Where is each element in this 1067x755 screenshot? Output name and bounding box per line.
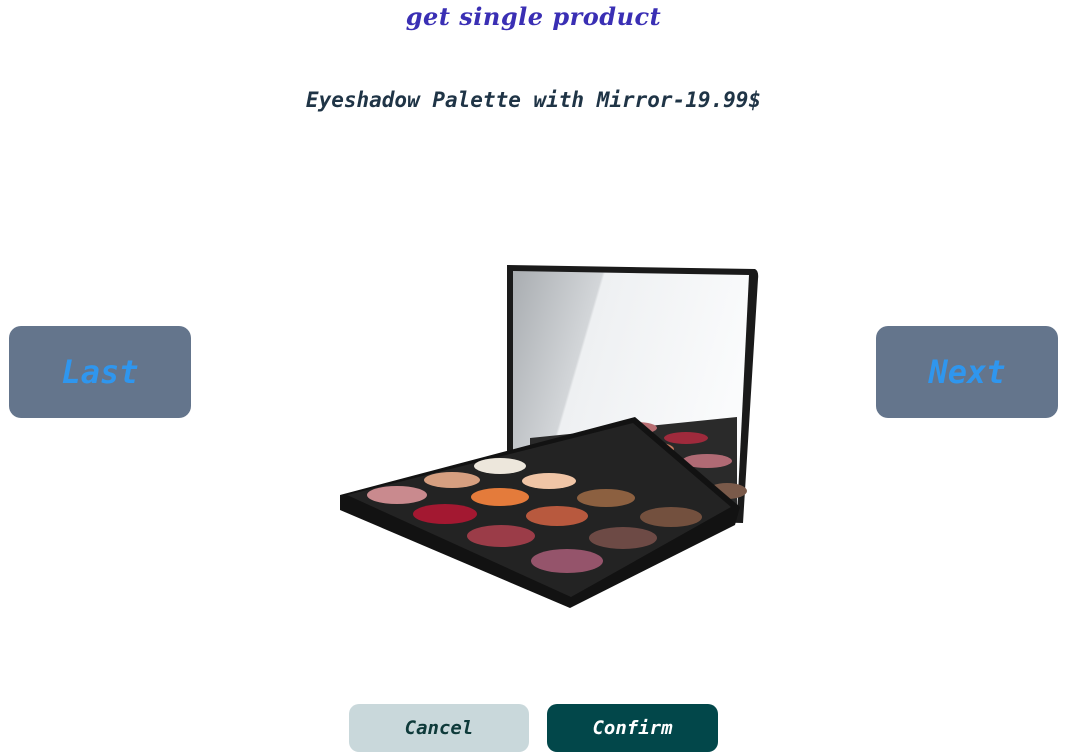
product-image (340, 265, 759, 608)
last-button[interactable]: Last (9, 326, 191, 418)
cancel-button[interactable]: Cancel (349, 704, 529, 752)
confirm-button[interactable]: Confirm (547, 704, 718, 752)
product-page: get single product Eyeshadow Palette wit… (0, 0, 1067, 755)
product-name-price: Eyeshadow Palette with Mirror-19.99$ (305, 88, 762, 112)
next-button[interactable]: Next (876, 326, 1058, 418)
page-title: get single product (405, 2, 662, 31)
